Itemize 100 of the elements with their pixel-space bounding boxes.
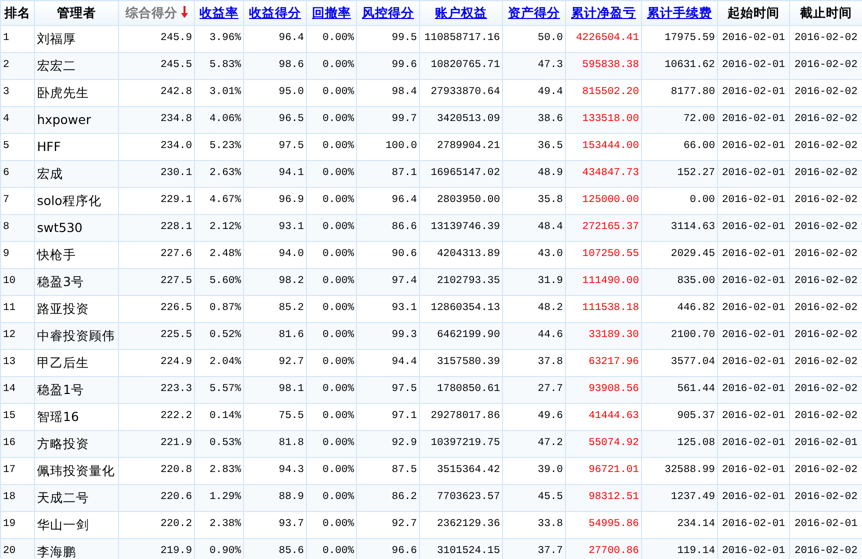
table-cell: 226.5 (160, 302, 192, 314)
table-cell: 3.96% (209, 32, 241, 44)
table-cell: 0.00% (322, 410, 354, 422)
table-cell: 29278017.86 (430, 410, 500, 422)
table-cell: 48.9 (538, 167, 563, 180)
table-cell: 63217.96 (588, 356, 639, 368)
table-cell: 94.0 (278, 248, 304, 260)
table-cell: 96.4 (278, 32, 304, 44)
table-cell: 2016-02-02 (794, 383, 858, 396)
table-cell: 111538.18 (582, 302, 639, 314)
table-cell: 4226504.41 (576, 32, 639, 44)
table-cell: 2016-02-02 (794, 545, 858, 558)
table-cell: 242.8 (160, 86, 192, 98)
table-cell: 6 (3, 167, 10, 180)
table-cell: 27933870.64 (430, 86, 500, 98)
table-cell: 3114.63 (670, 221, 715, 234)
table-cell: 905.37 (677, 410, 715, 422)
table-cell: 0.00% (322, 383, 354, 396)
table-cell: 222.2 (160, 410, 192, 422)
table-cell: 47.2 (538, 437, 563, 450)
table-cell: 10820765.71 (430, 59, 500, 72)
table-cell: 2016-02-01 (722, 140, 785, 152)
table-cell: 10631.62 (664, 59, 715, 72)
manager-name: swt530 (37, 220, 82, 235)
table-cell: 2016-02-01 (722, 86, 785, 98)
table-cell: 2.04% (209, 356, 241, 368)
table-cell: 2016-02-02 (794, 59, 858, 72)
table-cell: 2362129.36 (436, 518, 500, 530)
table-cell: 153444.00 (582, 140, 639, 152)
table-cell: 2016-02-01 (722, 464, 785, 476)
table-cell: 41444.63 (588, 410, 639, 422)
table-cell: 19 (3, 518, 16, 530)
table-cell: 93908.56 (588, 383, 639, 396)
table-cell: 96.5 (278, 113, 304, 126)
table-cell: 2016-02-02 (794, 167, 858, 180)
table-cell: 2102793.35 (436, 275, 500, 288)
manager-name: solo程序化 (37, 192, 102, 208)
table-cell: 72.00 (683, 113, 715, 126)
table-cell: 133518.00 (582, 113, 639, 126)
table-cell: 93.1 (278, 221, 304, 234)
column-header: 截止时间 (800, 4, 852, 20)
table-cell: 815502.20 (582, 86, 639, 98)
table-cell: 94.4 (392, 356, 417, 368)
manager-name: 华山一剑 (37, 516, 89, 532)
table-cell: 220.8 (160, 464, 192, 476)
table-cell: 43.0 (538, 248, 563, 260)
manager-name: 稳盈1号 (37, 382, 84, 397)
table-cell: 99.6 (392, 59, 417, 72)
manager-name: 路亚投资 (37, 300, 89, 316)
table-cell: 2016-02-01 (722, 545, 785, 558)
table-cell: 0.00% (322, 59, 354, 72)
table-cell: 2016-02-01 (722, 248, 785, 260)
table-cell: 561.44 (677, 383, 715, 396)
table-cell: 2016-02-02 (794, 113, 858, 126)
table-cell: 152.27 (677, 167, 715, 180)
table-cell: 0.00% (322, 437, 354, 450)
table-cell: 595838.38 (582, 59, 639, 72)
table-cell: 2016-02-02 (794, 464, 858, 476)
table-cell: 221.9 (160, 437, 192, 450)
table-cell: 45.5 (538, 491, 563, 504)
table-cell: 7703623.57 (436, 491, 500, 504)
table-cell: 86.6 (392, 221, 417, 234)
table-cell: 8 (3, 221, 10, 234)
table-cell: 835.00 (677, 275, 715, 288)
table-cell: 2016-02-02 (794, 410, 858, 422)
table-cell: 4 (3, 113, 10, 126)
manager-name: 快枪手 (37, 246, 76, 262)
table-cell: 2016-02-01 (722, 113, 785, 126)
table-cell: 13139746.39 (430, 221, 500, 234)
table-cell: 98.6 (278, 59, 304, 72)
table-cell: 1.29% (209, 491, 241, 504)
manager-name: 智瑶16 (37, 408, 79, 424)
table-cell: 12 (3, 329, 16, 342)
table-cell: 2.48% (209, 248, 241, 260)
table-cell: 86.2 (392, 491, 417, 504)
table-cell: 99.5 (392, 32, 417, 44)
table-cell: 92.9 (392, 437, 417, 450)
table-cell: 93.7 (278, 518, 304, 530)
table-cell: 49.6 (538, 410, 563, 422)
table-cell: 119.14 (677, 545, 715, 558)
table-cell: 2016-02-02 (794, 248, 858, 260)
table-cell: 110858717.16 (424, 32, 500, 44)
table-cell: 15 (3, 410, 16, 422)
table-cell: 434847.73 (582, 167, 639, 180)
table-cell: 33.8 (538, 518, 563, 530)
table-cell: 96.6 (392, 545, 417, 558)
table-cell: 0.00% (322, 545, 354, 558)
table-cell: 13 (3, 356, 16, 368)
table-cell: 37.8 (538, 356, 563, 368)
table-cell: 33189.30 (588, 329, 639, 342)
table-cell: 90.6 (392, 248, 417, 260)
manager-name: 宏成 (37, 166, 63, 181)
table-cell: 12860354.13 (430, 302, 500, 314)
table-cell: 245.5 (160, 59, 192, 72)
table-cell: 44.6 (538, 329, 563, 342)
table-cell: 98.4 (392, 86, 417, 98)
manager-name: 甲乙后生 (37, 354, 89, 370)
table-cell: 0.00% (322, 221, 354, 234)
table-cell: 2.63% (209, 167, 241, 180)
column-header: 起始时间 (728, 4, 780, 20)
